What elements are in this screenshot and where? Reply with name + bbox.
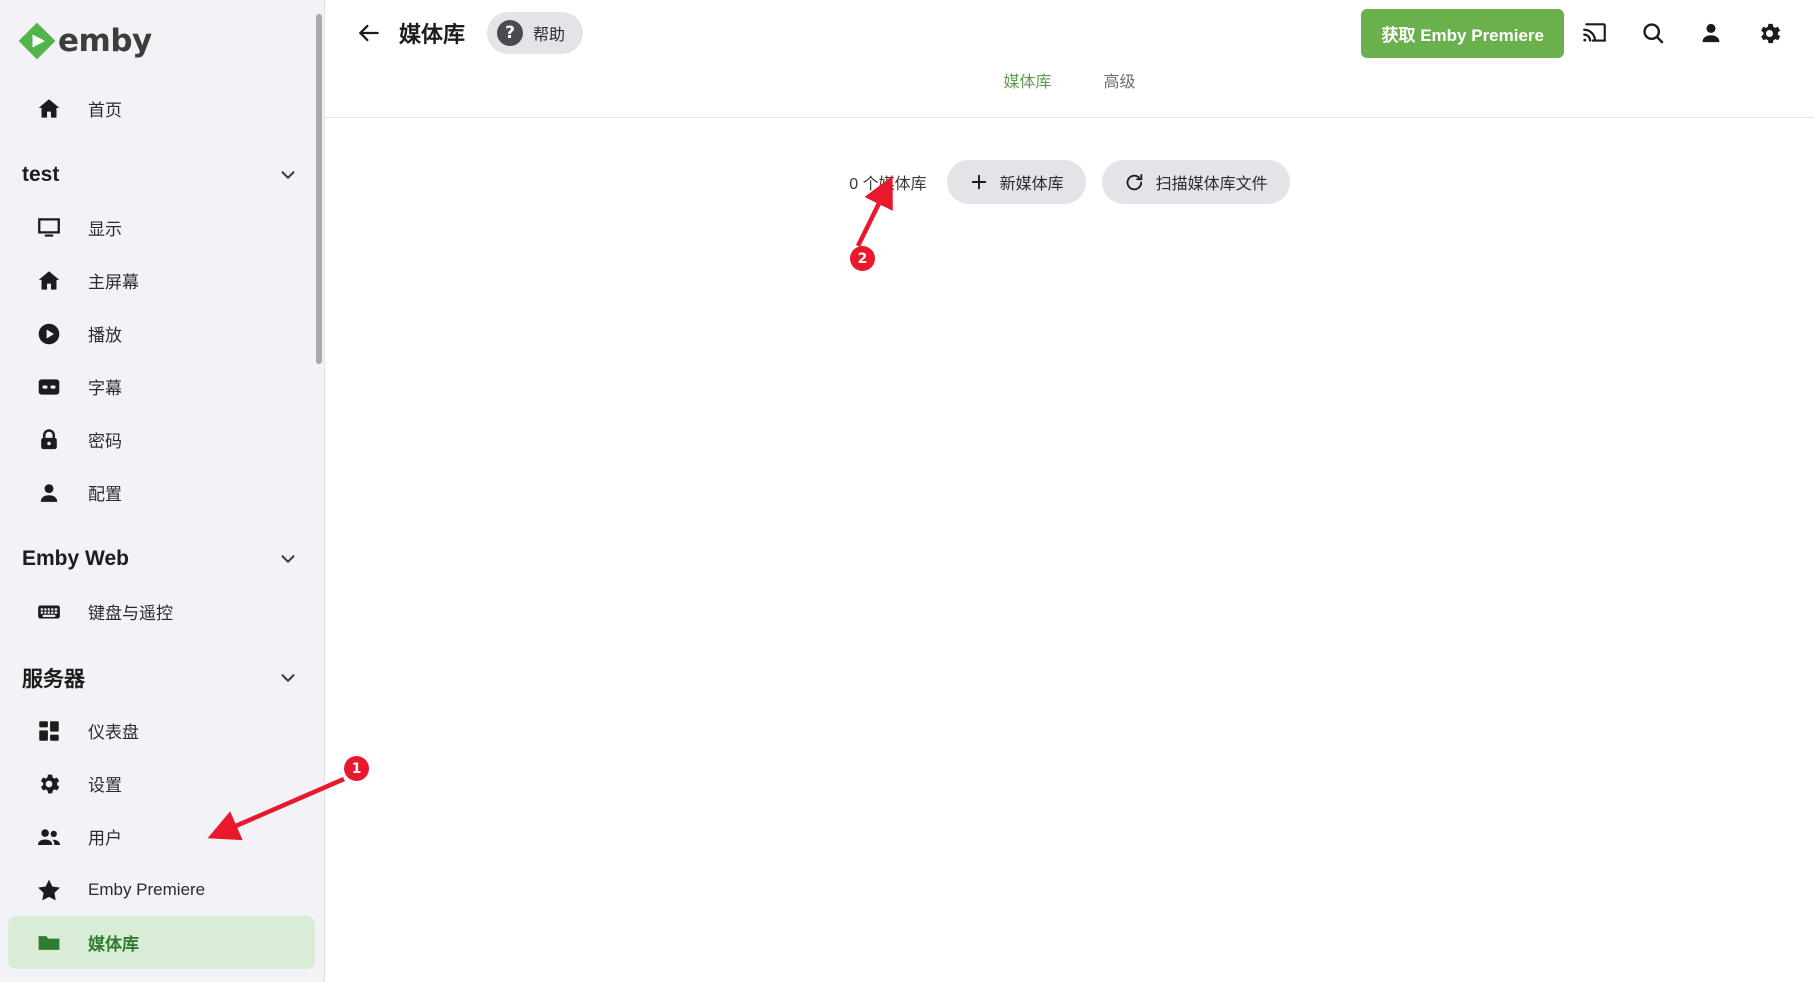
sidebar-item-label: 显示 [88,220,122,239]
tab-bar: 媒体库 高级 [325,66,1814,118]
display-icon [34,213,64,243]
sidebar-item-label: 首页 [88,101,122,120]
sidebar-section-emby-web[interactable]: Emby Web [0,533,325,585]
sidebar-item-users[interactable]: 用户 [8,810,315,863]
library-toolbar: 0 个媒体库 新媒体库 扫描媒体库文件 [325,160,1814,204]
home-icon [34,94,64,124]
star-icon [34,875,64,905]
help-button-label: 帮助 [533,27,566,44]
library-content: 0 个媒体库 新媒体库 扫描媒体库文件 [325,118,1814,204]
sidebar: emby 首页 test 显示 主屏幕 播放 字幕 密码 配置 Emby Web… [0,0,325,982]
sidebar-item-label: 媒体库 [88,935,139,954]
sidebar-item-label: Emby Premiere [88,879,206,899]
person-icon [34,478,64,508]
sidebar-item-label: 配置 [88,485,122,504]
arrow-left-icon[interactable] [349,13,389,53]
sidebar-item-playback[interactable]: 播放 [8,307,315,360]
plus-icon [969,172,989,192]
emby-dashboard-page: emby 首页 test 显示 主屏幕 播放 字幕 密码 配置 Emby Web… [0,0,1814,982]
scan-library-button-label: 扫描媒体库文件 [1155,176,1268,193]
chevron-down-icon[interactable] [277,548,299,570]
sidebar-scrollbar[interactable] [316,14,322,364]
sidebar-item-label: 仪表盘 [88,723,139,742]
scan-library-button[interactable]: 扫描媒体库文件 [1101,160,1290,204]
gear-icon [34,769,64,799]
sidebar-item-label: 用户 [88,829,122,848]
help-button[interactable]: ? 帮助 [487,12,584,54]
sidebar-section-test[interactable]: test [0,149,325,201]
chevron-down-icon[interactable] [277,164,299,186]
sidebar-item-dashboard[interactable]: 仪表盘 [8,704,315,757]
sidebar-item-label: 播放 [88,326,122,345]
emby-logo-text: emby [58,23,152,59]
sidebar-item-profile[interactable]: 配置 [8,466,315,519]
gear-icon[interactable] [1742,6,1796,60]
dashboard-icon [34,716,64,746]
cast-icon[interactable] [1568,6,1622,60]
emby-logo-icon [18,22,56,60]
emby-logo[interactable]: emby [0,0,325,82]
search-icon[interactable] [1626,6,1680,60]
sidebar-section-title: test [22,163,60,186]
lock-icon [34,425,64,455]
sidebar-item-media-library[interactable]: 媒体库 [8,916,315,969]
play-circle-icon [34,319,64,349]
get-emby-premiere-button[interactable]: 获取 Emby Premiere [1361,8,1564,58]
sidebar-item-settings[interactable]: 设置 [8,757,315,810]
sidebar-item-display[interactable]: 显示 [8,201,315,254]
sidebar-item-emby-premiere[interactable]: Emby Premiere [8,863,315,916]
question-mark-icon: ? [497,20,524,46]
sidebar-item-label: 主屏幕 [88,273,139,292]
keyboard-icon [34,597,64,627]
closed-caption-icon [34,372,64,402]
sidebar-item-label: 设置 [88,776,122,795]
sidebar-item-label: 密码 [88,432,122,451]
library-count-label: 0 个媒体库 [849,176,927,193]
tab-media-library[interactable]: 媒体库 [999,66,1055,94]
add-library-button-label: 新媒体库 [999,176,1064,193]
add-library-button[interactable]: 新媒体库 [946,160,1086,204]
sidebar-item-subtitles[interactable]: 字幕 [8,360,315,413]
people-icon [34,822,64,852]
person-icon[interactable] [1684,6,1738,60]
top-bar-actions: 获取 Emby Premiere [1361,6,1796,60]
top-bar: 媒体库 ? 帮助 获取 Emby Premiere [325,0,1814,66]
sidebar-item-home[interactable]: 首页 [8,82,315,135]
sidebar-item-keyboard-remote[interactable]: 键盘与遥控 [8,585,315,638]
sidebar-item-label: 键盘与遥控 [88,604,173,623]
folder-icon [34,928,64,958]
main-content: 媒体库 ? 帮助 获取 Emby Premiere 媒体库 高级 0 个媒体库 … [325,0,1814,982]
sidebar-section-title: 服务器 [22,668,85,691]
chevron-down-icon[interactable] [277,667,299,689]
page-title: 媒体库 [399,22,466,47]
sidebar-section-title: Emby Web [22,547,129,570]
sidebar-section-server[interactable]: 服务器 [0,652,325,704]
sidebar-item-password[interactable]: 密码 [8,413,315,466]
refresh-icon [1124,172,1145,193]
tab-advanced[interactable]: 高级 [1100,66,1140,94]
sidebar-item-label: 字幕 [88,379,122,398]
sidebar-item-home-screen[interactable]: 主屏幕 [8,254,315,307]
home-icon [34,266,64,296]
